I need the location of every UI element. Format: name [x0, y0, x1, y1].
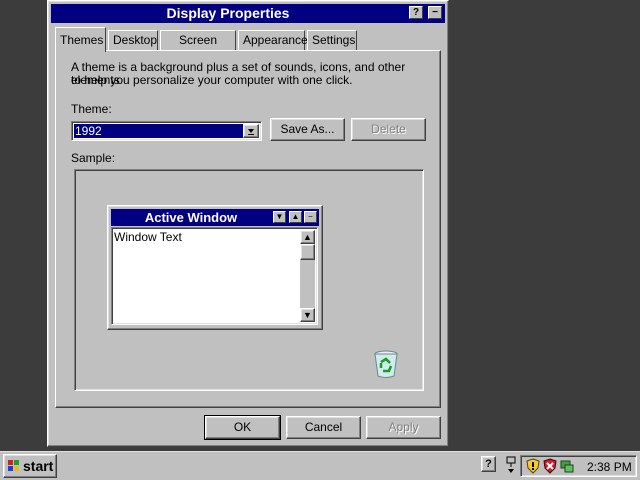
- save-as-button[interactable]: Save As...: [270, 118, 345, 141]
- tab-screen-saver[interactable]: Screen Saver: [160, 30, 236, 66]
- sample-close-icon: −: [304, 211, 317, 223]
- title-bar[interactable]: Display Properties ? −: [51, 4, 445, 23]
- tab-desktop[interactable]: Desktop: [108, 30, 158, 51]
- scroll-up-icon: ▲: [300, 230, 315, 244]
- dropdown-arrow-button[interactable]: [243, 124, 259, 138]
- recycle-bin-icon: [374, 350, 398, 378]
- scroll-down-icon: ▼: [300, 308, 315, 322]
- ok-button[interactable]: OK: [204, 415, 281, 440]
- sample-minimize-icon: ▼: [273, 211, 286, 223]
- close-button[interactable]: −: [428, 6, 442, 19]
- start-label: start: [23, 458, 54, 474]
- chevron-down-icon: [248, 129, 254, 135]
- tab-appearance[interactable]: Appearance: [238, 30, 308, 51]
- sample-window-title: Active Window: [144, 210, 238, 225]
- sample-label: Sample:: [71, 151, 116, 165]
- tab-settings[interactable]: Settings: [307, 30, 357, 51]
- theme-label: Theme:: [71, 102, 112, 116]
- sample-preview: Active Window ▼ ▲ − Window Text ▲ ▼: [74, 169, 424, 391]
- help-tray-icon[interactable]: ?: [481, 456, 496, 472]
- connection-status-icon[interactable]: [559, 458, 575, 474]
- theme-selected-value: 1992: [74, 124, 243, 138]
- windows-logo-icon: [8, 460, 19, 471]
- delete-button[interactable]: Delete: [351, 118, 426, 141]
- sample-active-window: Active Window ▼ ▲ − Window Text ▲ ▼: [107, 205, 323, 330]
- sample-window-body: Window Text ▲ ▼: [111, 227, 318, 325]
- apply-button[interactable]: Apply: [366, 416, 441, 439]
- taskbar: start ? 2:38 PM: [0, 451, 640, 480]
- tab-themes[interactable]: Themes: [55, 27, 106, 52]
- sample-maximize-icon: ▲: [289, 211, 302, 223]
- network-icon[interactable]: [505, 456, 517, 474]
- theme-dropdown[interactable]: 1992: [71, 121, 262, 141]
- start-button[interactable]: start: [3, 454, 57, 478]
- sample-title-bar: Active Window ▼ ▲ −: [111, 209, 319, 226]
- description-line-2: to help you personalize your computer wi…: [71, 73, 353, 87]
- security-shield-icon[interactable]: [525, 458, 541, 474]
- sample-window-text: Window Text: [114, 230, 182, 244]
- scroll-thumb: [300, 244, 315, 260]
- antivirus-shield-icon[interactable]: [542, 458, 558, 474]
- system-tray: 2:38 PM: [520, 455, 637, 477]
- clock[interactable]: 2:38 PM: [587, 460, 632, 474]
- sample-scrollbar: ▲ ▼: [300, 230, 315, 322]
- display-properties-dialog: Display Properties ? − Themes Desktop Sc…: [47, 0, 449, 447]
- cancel-button[interactable]: Cancel: [286, 416, 361, 439]
- window-title: Display Properties: [166, 5, 290, 21]
- themes-tab-panel: A theme is a background plus a set of so…: [55, 50, 441, 408]
- help-button[interactable]: ?: [409, 6, 423, 19]
